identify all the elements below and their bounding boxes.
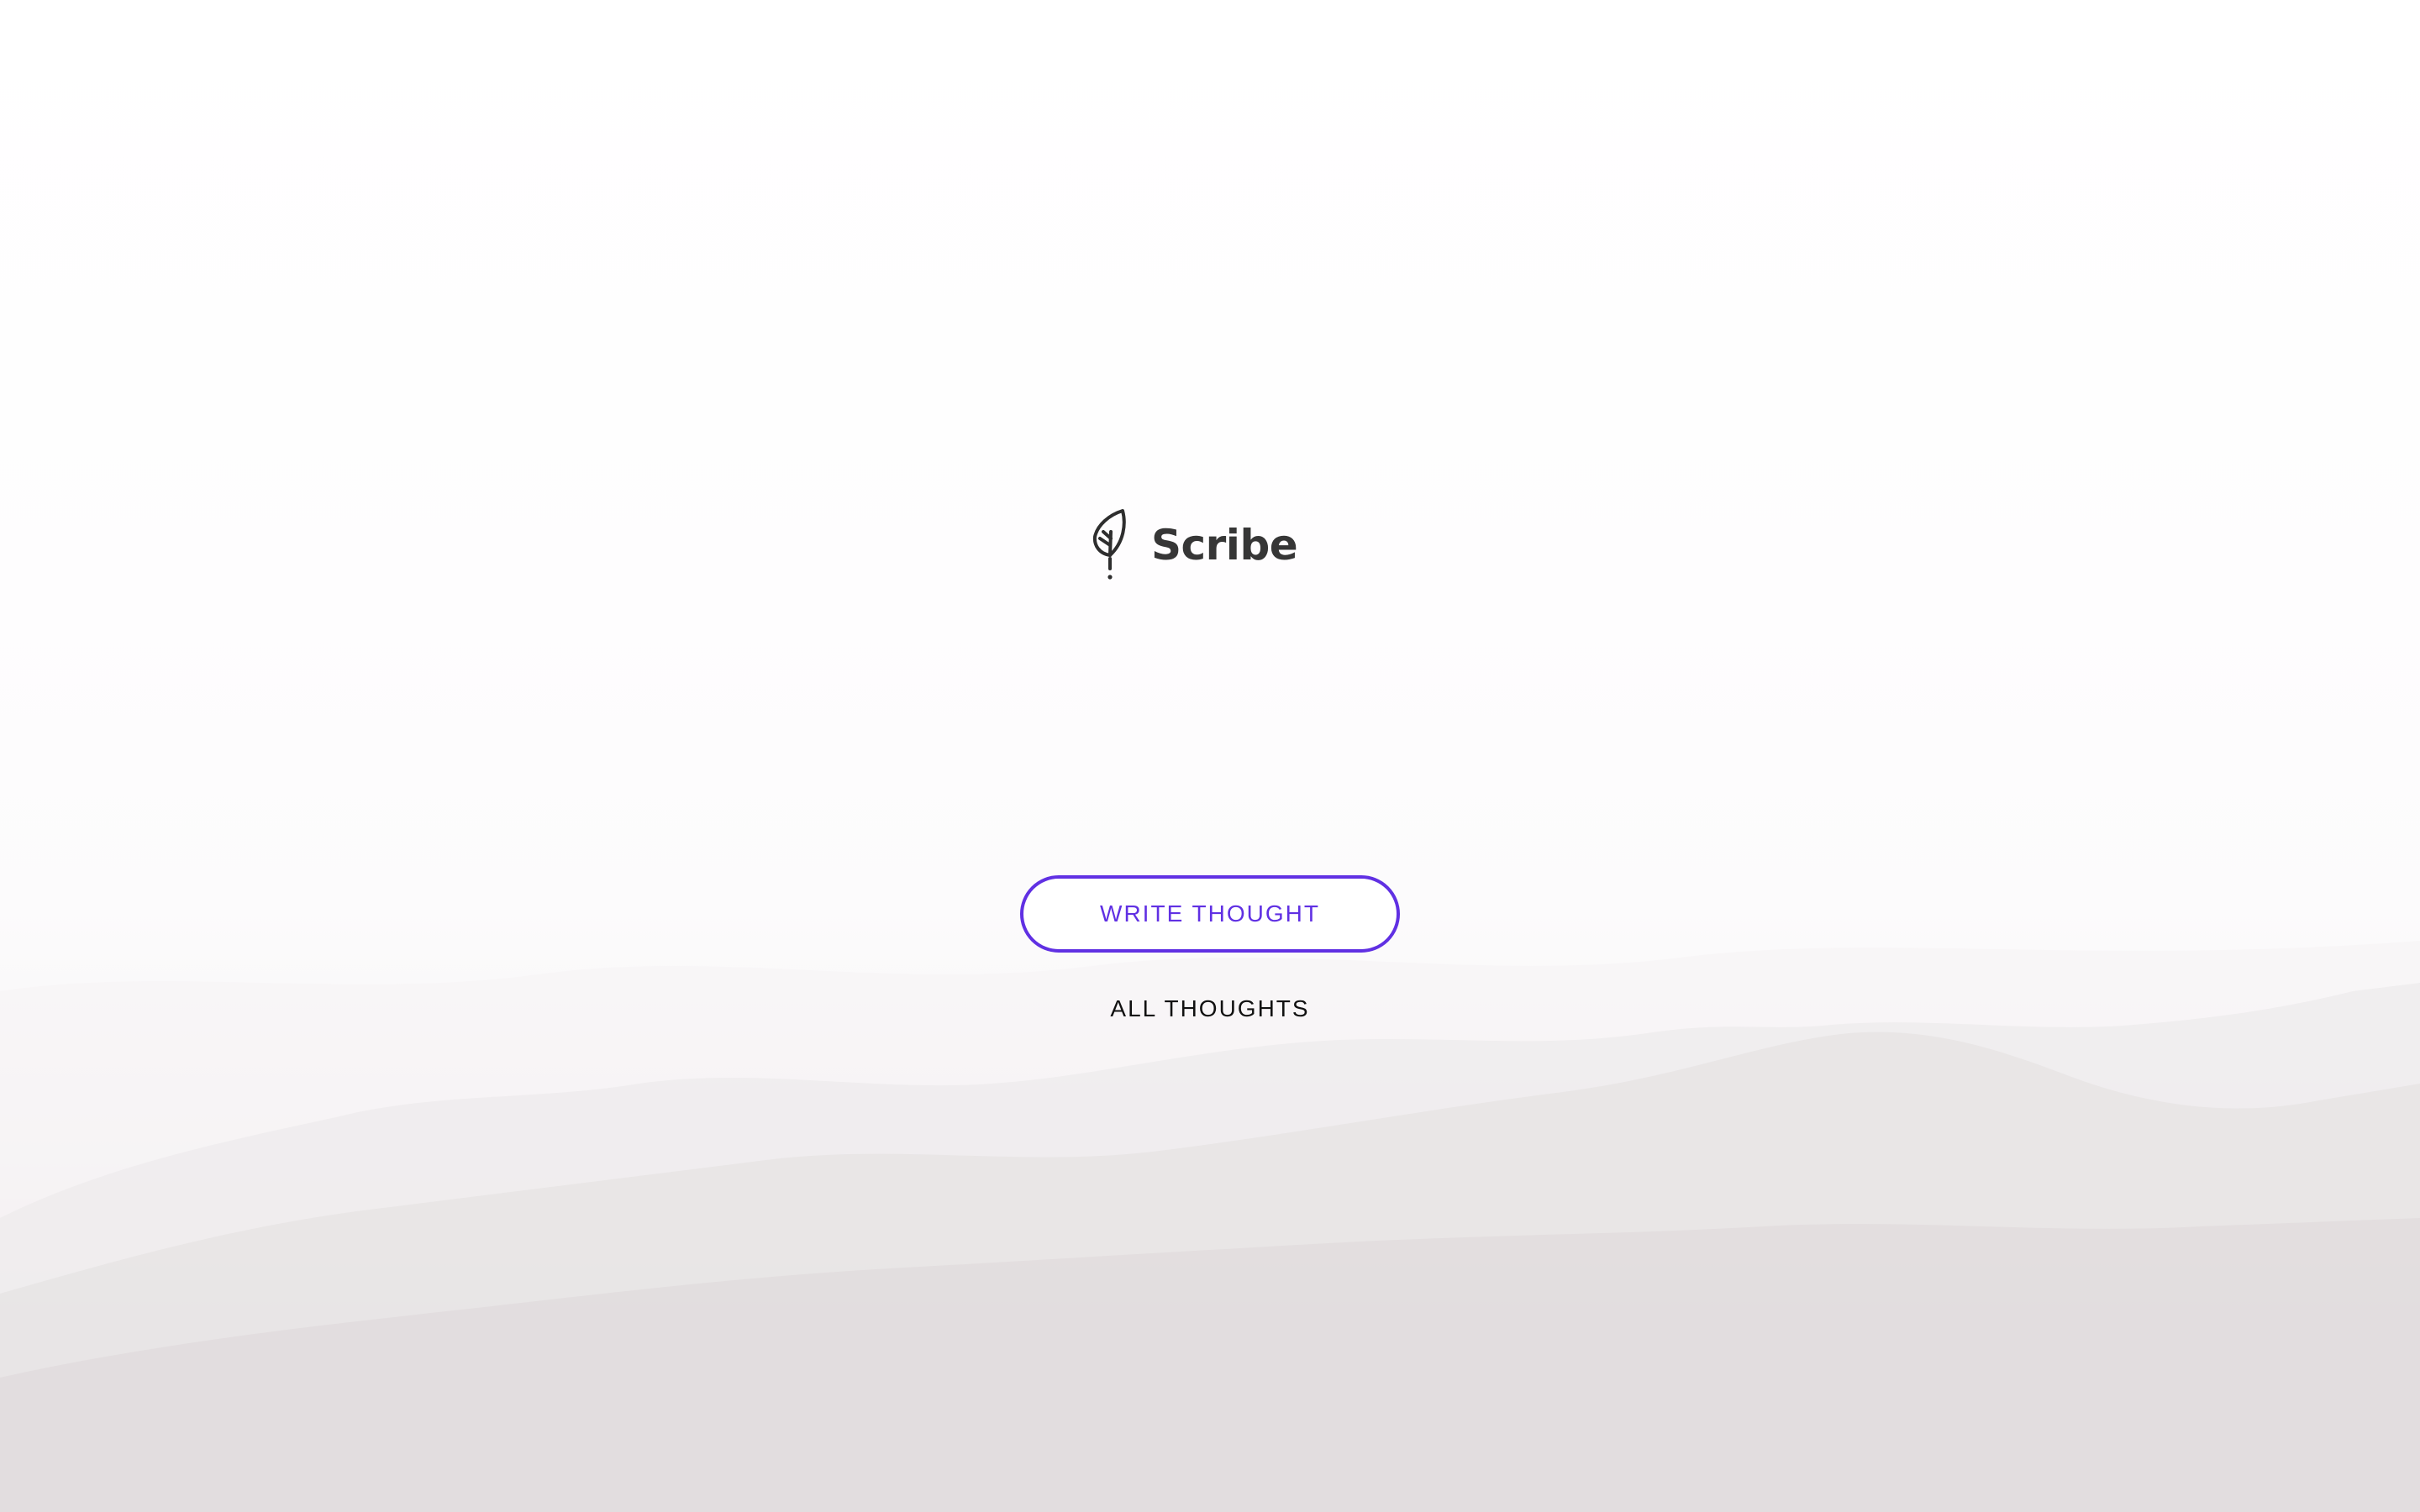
brand-name: Scribe (1151, 521, 1298, 570)
feather-icon (1092, 509, 1126, 580)
landing-page: Scribe WRITE THOUGHT ALL THOUGHTS (0, 0, 2420, 1512)
write-thought-button[interactable]: WRITE THOUGHT (1020, 875, 1400, 953)
all-thoughts-link[interactable]: ALL THOUGHTS (1042, 991, 1378, 1026)
mountain-background (0, 941, 2420, 1512)
brand-logo[interactable]: Scribe (1092, 507, 1298, 583)
